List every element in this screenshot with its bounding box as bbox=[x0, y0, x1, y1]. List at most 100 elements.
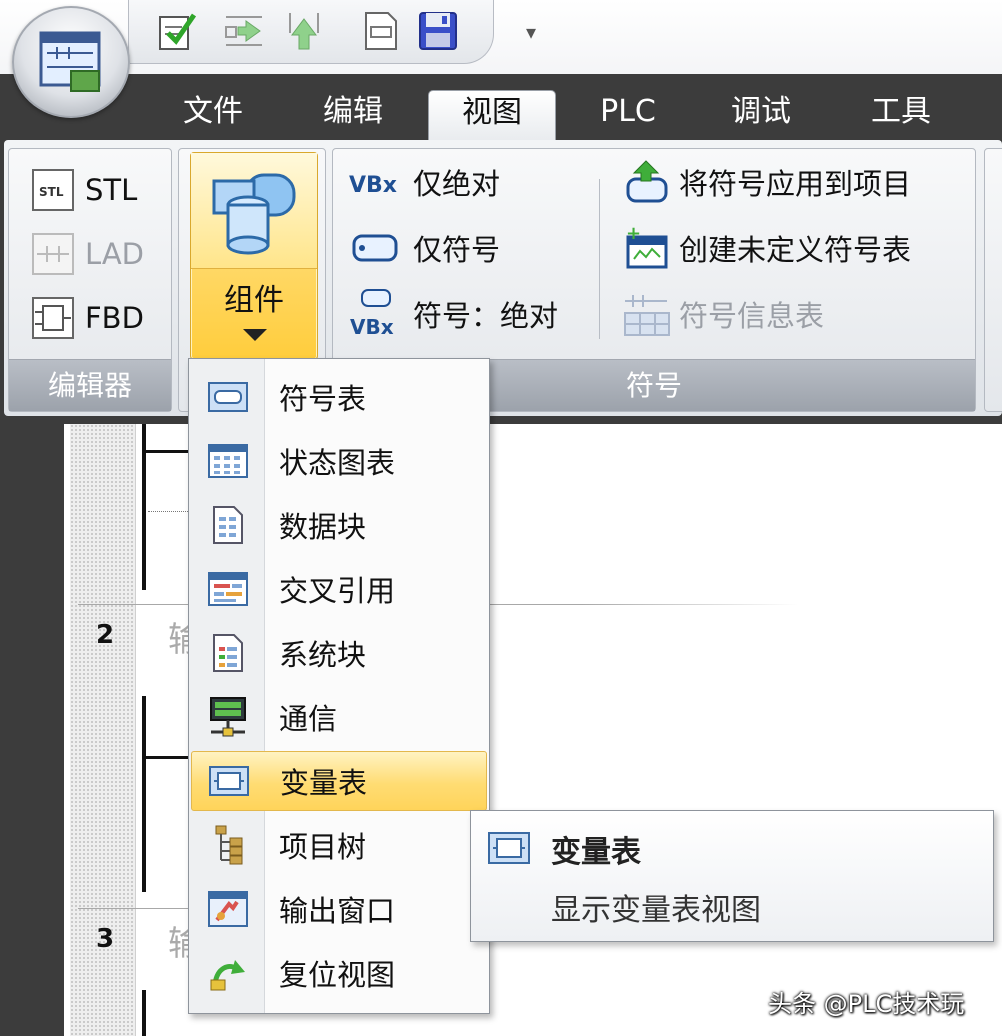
group-separator bbox=[599, 179, 600, 339]
tooltip-title: 变量表 bbox=[551, 835, 641, 870]
svg-text:STL: STL bbox=[39, 185, 64, 199]
stl-button[interactable]: STL STL bbox=[29, 163, 137, 217]
menu-item-label: 通信 bbox=[279, 702, 338, 736]
cross-reference-icon bbox=[191, 559, 265, 619]
next-group-edge bbox=[984, 148, 1002, 412]
status-chart-icon bbox=[191, 431, 265, 491]
menu-item-variable-table[interactable]: 变量表 bbox=[191, 751, 487, 811]
menu-item-label: 输出窗口 bbox=[279, 894, 396, 928]
menu-item-status-chart[interactable]: 状态图表 bbox=[191, 431, 487, 491]
symbol-table-icon bbox=[191, 367, 265, 427]
ribbon-tab-bar: 文件 编辑 视图 PLC 调试 工具 bbox=[0, 74, 1002, 142]
menu-item-label: 交叉引用 bbox=[279, 574, 396, 608]
download-icon bbox=[289, 13, 319, 50]
compile-check-icon bbox=[159, 13, 197, 50]
fbd-button[interactable]: FBD bbox=[29, 291, 144, 345]
symbol-absolute-label: 符号：绝对 bbox=[413, 299, 559, 333]
quick-access-toolbar bbox=[128, 0, 494, 64]
symbol-info-table-button[interactable]: 符号信息表 bbox=[623, 287, 824, 341]
menu-item-communication[interactable]: 通信 bbox=[191, 687, 487, 747]
title-bar: ▾ bbox=[0, 0, 1002, 74]
menu-item-label: 符号表 bbox=[279, 382, 367, 416]
data-block-icon bbox=[191, 495, 265, 555]
power-rail bbox=[142, 424, 146, 590]
symbol-only-button[interactable]: 仅符号 bbox=[347, 221, 500, 275]
upload-button[interactable] bbox=[219, 6, 269, 56]
stl-icon: STL bbox=[29, 166, 77, 214]
create-undefined-symbols-button[interactable]: + 创建未定义符号表 bbox=[623, 221, 911, 275]
ribbon: STL STL LAD FBD 编辑器 组件 VBx 仅绝对 仅符号 VBx 符… bbox=[0, 140, 1002, 424]
components-icon-area bbox=[191, 153, 317, 269]
tab-view[interactable]: 视图 bbox=[428, 90, 556, 142]
ribbon-panel: STL STL LAD FBD 编辑器 组件 VBx 仅绝对 仅符号 VBx 符… bbox=[4, 140, 1002, 416]
rung-number-2: 2 bbox=[96, 620, 115, 650]
menu-item-label: 数据块 bbox=[279, 510, 367, 544]
tab-plc[interactable]: PLC bbox=[586, 90, 670, 142]
menu-item-system-block[interactable]: 系统块 bbox=[191, 623, 487, 683]
apply-symbols-icon bbox=[623, 158, 671, 206]
tab-tools[interactable]: 工具 bbox=[858, 90, 944, 142]
compile-check-button[interactable] bbox=[151, 6, 201, 56]
menu-item-reset-view[interactable]: 复位视图 bbox=[191, 943, 487, 1003]
download-button[interactable] bbox=[279, 6, 329, 56]
system-block-icon bbox=[191, 623, 265, 683]
components-icon bbox=[212, 173, 296, 254]
rung-number-3: 3 bbox=[96, 924, 115, 954]
watermark: 头条 @PLC技术玩 bbox=[768, 990, 965, 1018]
symbol-only-label: 仅符号 bbox=[413, 233, 501, 267]
apply-symbols-label: 将符号应用到项目 bbox=[679, 167, 912, 201]
create-undefined-label: 创建未定义符号表 bbox=[679, 233, 912, 267]
variable-table-tooltip: 变量表 显示变量表视图 bbox=[470, 810, 994, 942]
symbol-absolute-button[interactable]: VBx 符号：绝对 bbox=[347, 287, 558, 341]
symbol-tag-icon bbox=[347, 224, 405, 272]
vbx-icon: VBx bbox=[347, 158, 405, 206]
lad-button[interactable]: LAD bbox=[29, 227, 144, 281]
block-page-icon bbox=[365, 12, 397, 50]
menu-item-label: 复位视图 bbox=[279, 958, 396, 992]
rung-separator bbox=[78, 908, 198, 909]
symbol-vbx-icon: VBx bbox=[347, 289, 405, 339]
reset-view-icon bbox=[191, 943, 265, 1003]
tab-edit[interactable]: 编辑 bbox=[310, 90, 396, 142]
menu-item-label: 状态图表 bbox=[279, 446, 396, 480]
menu-item-project-tree[interactable]: 项目树 bbox=[191, 815, 487, 875]
components-dropdown-menu: 符号表 状态图表 数据块 交叉引用 系统块 通信 变量表 项目树 输出窗口 复位… bbox=[188, 358, 490, 1014]
menu-item-symbol-table[interactable]: 符号表 bbox=[191, 367, 487, 427]
editor-group: STL STL LAD FBD 编辑器 bbox=[8, 148, 172, 412]
menu-item-output-window[interactable]: 输出窗口 bbox=[191, 879, 487, 939]
upload-icon bbox=[225, 16, 262, 46]
dropdown-arrow-icon bbox=[243, 329, 267, 341]
absolute-only-button[interactable]: VBx 仅绝对 bbox=[347, 155, 500, 209]
stl-label: STL bbox=[85, 173, 138, 207]
fbd-label: FBD bbox=[85, 301, 144, 335]
fbd-icon bbox=[29, 294, 77, 342]
project-tree-icon bbox=[191, 815, 265, 875]
tab-file[interactable]: 文件 bbox=[170, 90, 256, 142]
editor-group-label: 编辑器 bbox=[9, 359, 171, 411]
tab-debug[interactable]: 调试 bbox=[718, 90, 804, 142]
application-button[interactable] bbox=[12, 6, 130, 118]
symbol-info-label: 符号信息表 bbox=[679, 299, 825, 333]
apply-symbols-button[interactable]: 将符号应用到项目 bbox=[623, 155, 911, 209]
save-button[interactable] bbox=[413, 6, 463, 56]
menu-item-label: 系统块 bbox=[279, 638, 367, 672]
plc-app-icon bbox=[39, 31, 101, 92]
power-rail bbox=[142, 990, 146, 1036]
components-button[interactable]: 组件 bbox=[190, 152, 318, 360]
contact-placeholder bbox=[148, 428, 192, 512]
menu-item-data-block[interactable]: 数据块 bbox=[191, 495, 487, 555]
menu-item-cross-reference[interactable]: 交叉引用 bbox=[191, 559, 487, 619]
lad-label: LAD bbox=[85, 237, 144, 271]
absolute-only-label: 仅绝对 bbox=[413, 167, 501, 201]
svg-text:VBx: VBx bbox=[349, 173, 397, 198]
customize-qat-button[interactable]: ▾ bbox=[516, 14, 546, 50]
lad-icon bbox=[29, 230, 77, 278]
power-rail bbox=[142, 696, 146, 892]
left-panel bbox=[0, 424, 64, 1036]
variable-table-icon bbox=[192, 751, 266, 811]
svg-text:VBx: VBx bbox=[350, 315, 394, 339]
save-disk-icon bbox=[419, 12, 457, 50]
communication-icon bbox=[191, 687, 265, 747]
insert-block-button[interactable] bbox=[355, 6, 405, 56]
tooltip-description: 显示变量表视图 bbox=[551, 893, 761, 928]
